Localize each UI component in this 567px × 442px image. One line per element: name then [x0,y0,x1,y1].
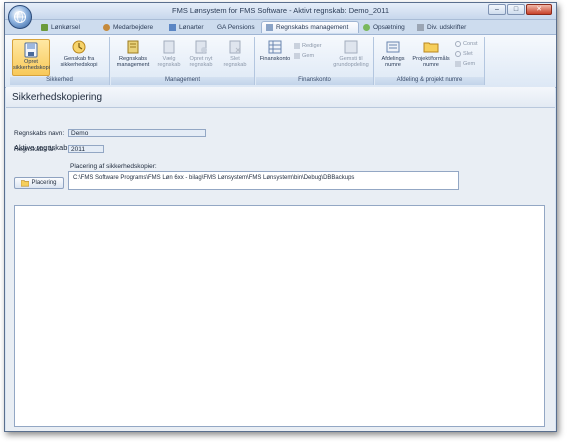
save-label: Gem [302,53,315,59]
department-numbers-label: Afdelings numre [381,56,405,68]
restore-backup-label: Genskab fra sikkerhedskopi [60,56,98,68]
create-accounting-label: Opret nyt regnskab [189,56,213,68]
tab-loenkoersel[interactable]: Lønkørsel [37,21,84,33]
save-small-button[interactable]: Gem [455,61,475,67]
save-icon [294,53,300,59]
accounting-management-label: Regnskabs management [116,56,150,68]
tab-div-udskrifter[interactable]: Div. udskrifter [413,21,470,33]
main-content: Sikkerhedskopiering Aktive regnskab Regn… [6,87,555,431]
project-numbers-button[interactable]: Projekt/formåls numre [411,39,451,68]
choose-icon [163,40,175,54]
folder-icon [21,180,30,187]
tab-opsaetning[interactable]: Opsætning [359,21,409,33]
accounting-name-label: Regnskabs navn: [14,130,65,137]
wage-types-icon [169,23,176,31]
accounting-year-label: Regnskabs år: [14,146,56,153]
finance-account-label: Finanskonto [259,56,291,62]
const-button[interactable]: Const [455,41,478,47]
delete-document-icon [229,40,241,54]
accounting-management-button[interactable]: Regnskabs management [113,39,153,68]
grouping-label: Gemsti til grundopdeling [333,56,369,68]
group-afdeling: Afdelings numre Projekt/formåls numre Co… [375,37,485,85]
group-management: Regnskabs management Vælg regnskab Opret… [111,37,255,85]
group-sikkerhed: Opret sikkerhedskopi Genskab fra sikkerh… [10,37,110,85]
accounting-name-field[interactable]: Demo [68,129,206,137]
placement-button[interactable]: Placering [14,177,64,189]
choose-accounting-button[interactable]: Vælg regnskab [155,39,183,68]
placement-button-label: Placering [31,180,57,186]
tab-label: Lønkørsel [51,23,80,31]
group-label: Management [111,77,254,85]
edit-label: Rediger [302,43,322,49]
save-button[interactable]: Gem [294,53,314,59]
maximize-button[interactable]: □ [507,4,525,15]
delete-accounting-button[interactable]: Slet regnskab [219,39,251,68]
tab-label: Div. udskrifter [427,23,467,31]
ribbon-tabs: Lønkørsel Medarbejdere Lønarter GA Pensi… [5,20,556,34]
create-backup-label: Opret sikkerhedskopi [13,59,50,71]
grouping-icon [344,40,358,54]
finance-account-button[interactable]: Finanskonto [258,39,292,62]
app-window: FMS Lønsystem for FMS Software - Aktivt … [4,2,557,432]
choose-accounting-label: Vælg regnskab [157,56,181,68]
printer-icon [417,23,424,31]
payroll-icon [41,23,48,31]
project-numbers-label: Projekt/formåls numre [412,56,450,68]
delete-accounting-label: Slet regnskab [223,56,247,68]
accounting-icon [266,24,273,31]
delete-button[interactable]: Slet [455,51,473,57]
create-accounting-button[interactable]: Opret nyt regnskab [185,39,217,68]
window-title: FMS Lønsystem for FMS Software - Aktivt … [171,6,390,15]
window-controls: – □ ✕ [488,4,552,15]
close-button[interactable]: ✕ [526,4,552,15]
tab-label: Opsætning [373,23,405,31]
tab-loenarter[interactable]: Lønarter [165,21,208,33]
tab-regnskabs-management[interactable]: Regnskabs management [261,21,359,33]
bullet-icon [455,41,461,47]
edit-icon [294,43,300,49]
tab-label: Lønarter [179,23,204,31]
restore-icon [72,40,86,54]
globe-icon [14,11,26,23]
group-label: Finanskonto [256,77,373,85]
title-bar: FMS Lønsystem for FMS Software - Aktivt … [5,3,556,20]
department-icon [386,41,400,53]
backup-log-area[interactable] [14,205,545,427]
backup-path-field[interactable]: C:\FMS Software Programs\FMS Løn 6xx - b… [68,171,459,190]
department-numbers-button[interactable]: Afdelings numre [377,39,409,68]
const-label: Const [463,41,478,47]
employees-icon [103,23,110,31]
page-title: Sikkerhedskopiering [12,92,103,103]
create-backup-button[interactable]: Opret sikkerhedskopi [12,39,50,76]
backup-path-text: C:\FMS Software Programs\FMS Løn 6xx - b… [73,175,355,181]
tab-label: Medarbejdere [113,23,154,31]
settings-icon [363,23,370,31]
delete-label: Slet [463,51,473,57]
group-label: Sikkerhed [10,77,109,85]
backup-location-label: Placering af sikkerhedskopier: [70,163,157,170]
minimize-button[interactable]: – [488,4,506,15]
save-icon [455,61,461,67]
tab-ga-pensions[interactable]: GA Pensions [213,21,259,33]
page-header: Sikkerhedskopiering [6,87,555,108]
folder-icon [423,42,439,53]
ribbon: Opret sikkerhedskopi Genskab fra sikkerh… [5,34,556,88]
accounting-year-field[interactable]: 2011 [68,145,104,153]
save-small-label: Gem [463,61,476,67]
group-finanskonto: Finanskonto Rediger Gem Gemsti til grund… [256,37,374,85]
new-document-icon [195,40,207,54]
accounting-book-icon [127,40,139,54]
tab-label: Regnskabs management [276,24,349,31]
tab-label: GA Pensions [217,23,255,31]
edit-button[interactable]: Rediger [294,43,322,49]
bullet-icon [455,51,461,57]
ledger-icon [268,40,282,54]
tab-medarbejdere[interactable]: Medarbejdere [99,21,157,33]
restore-backup-button[interactable]: Genskab fra sikkerhedskopi [54,39,104,68]
app-menu-button[interactable] [8,5,32,29]
group-label: Afdeling & projekt numre [375,77,484,85]
grouping-button[interactable]: Gemsti til grundopdeling [330,39,372,68]
backup-disk-icon [24,42,38,58]
